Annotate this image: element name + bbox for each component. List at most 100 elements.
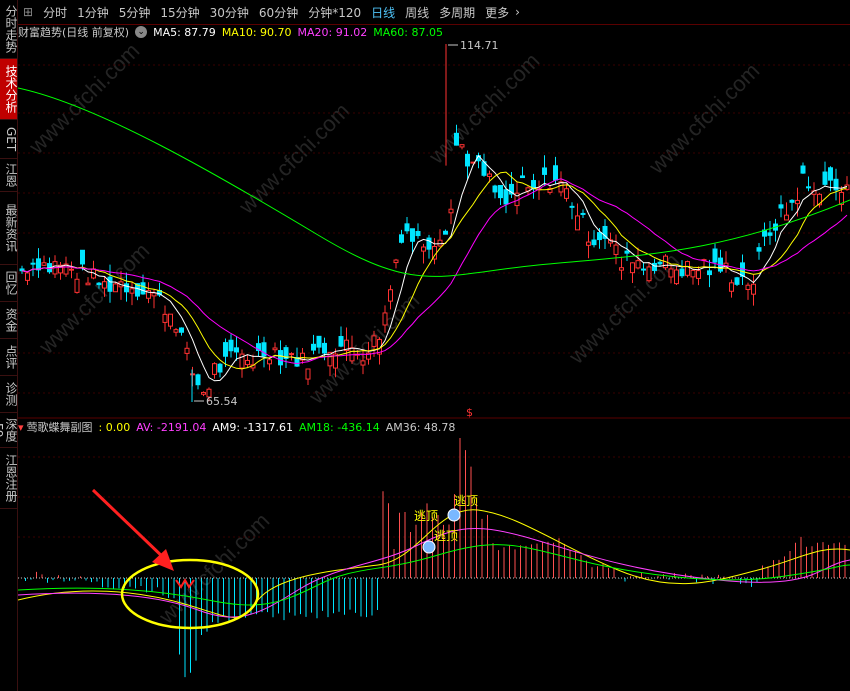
period-tab-4[interactable]: 30分钟 (205, 4, 254, 21)
candle-body (685, 261, 690, 276)
candle-body (19, 268, 25, 272)
sidebar-item-0[interactable]: 分时走势 (0, 0, 18, 59)
watermark-text: www.cfchi.com (23, 38, 144, 159)
candle-body (228, 339, 234, 352)
candle-body (162, 313, 168, 323)
candle-body (96, 282, 102, 286)
sidebar-item-3[interactable]: 江恩 (0, 159, 18, 192)
candle-body (305, 368, 311, 380)
red-arrow-shaft (91, 488, 168, 562)
candle-body (597, 232, 602, 241)
candle-body (399, 234, 404, 243)
candle-body (107, 276, 113, 292)
candle-body (635, 260, 641, 269)
period-tab-8[interactable]: 周线 (400, 4, 434, 21)
candle-body (459, 144, 465, 148)
candle-body (580, 212, 586, 215)
candle-body (212, 363, 217, 375)
candle-body (448, 208, 454, 214)
layout-icon[interactable]: ⊞ (18, 5, 38, 19)
candle-body (140, 282, 146, 295)
candle-body (646, 266, 652, 282)
period-tab-5[interactable]: 60分钟 (254, 4, 303, 21)
candle-body (41, 262, 47, 266)
candle-body (696, 270, 701, 279)
candle-body (712, 248, 718, 263)
candle-body (575, 215, 580, 231)
candle-body (410, 228, 415, 242)
period-tab-1[interactable]: 1分钟 (72, 4, 114, 21)
candle-body (393, 259, 399, 264)
candle-body (421, 246, 426, 252)
candle-body (338, 336, 344, 347)
sidebar-item-1[interactable]: 技术分析 (0, 59, 18, 120)
sidebar-item-8[interactable]: 诊测 (0, 376, 18, 413)
candle-body (151, 292, 157, 297)
candle-body (415, 230, 421, 237)
candle-body (569, 205, 575, 208)
candle-body (184, 347, 190, 354)
candle-body (124, 283, 129, 293)
period-tab-0[interactable]: 分时 (38, 4, 72, 21)
candle-body (74, 278, 80, 293)
candle-body (245, 359, 250, 366)
chevron-right-icon[interactable]: › (510, 5, 525, 19)
watermark-text: www.cfchi.com (643, 58, 764, 179)
low-price-label: 65.54 (206, 395, 238, 408)
signal-dot-icon (422, 540, 436, 554)
candle-body (404, 223, 410, 232)
chart-canvas[interactable]: www.cfchi.com www.cfchi.com www.cfchi.com w… (18, 25, 850, 691)
period-tab-10[interactable]: 更多 (480, 4, 514, 21)
candle-body (542, 167, 547, 175)
period-tab-9[interactable]: 多周期 (434, 4, 480, 21)
sub-line-yellow (18, 509, 850, 618)
sidebar-item-2[interactable]: GET (0, 120, 18, 159)
candle-body (360, 360, 366, 366)
candle-body (641, 268, 646, 271)
watermark-text: www.cfchi.com (33, 238, 154, 359)
ma20-line (21, 178, 848, 365)
candle-body (657, 261, 663, 265)
sidebar-item-4[interactable]: 最新资讯 (0, 192, 18, 265)
high-price-label: 114.71 (460, 39, 499, 52)
period-tab-3[interactable]: 15分钟 (155, 4, 204, 21)
candle-body (316, 335, 322, 348)
period-toolbar: ⊞ 分时 1分钟 5分钟 15分钟 30分钟 60分钟 分钟*120 日线 周线 多周期 更多 › (18, 0, 850, 25)
candle-body (652, 262, 657, 271)
sidebar-item-7[interactable]: 点评 (0, 339, 18, 376)
candle-body (102, 281, 107, 289)
candle-body (487, 173, 492, 177)
dollar-marker: $ (466, 406, 473, 419)
sidebar-item-5[interactable]: 回忆 (0, 265, 18, 302)
escape-top-label: 逃顶 (434, 529, 458, 543)
candle-body (707, 270, 712, 276)
candle-body (179, 327, 184, 333)
period-tab-7[interactable]: 日线 (366, 4, 400, 21)
watermark-text: www.cfchi.com (303, 288, 424, 409)
candle-body (503, 189, 509, 205)
candle-body (113, 283, 118, 293)
red-arrow-head-icon (152, 549, 174, 571)
candle-body (234, 347, 239, 353)
ma10-line (21, 171, 848, 370)
candle-body (30, 262, 36, 265)
sidebar-item-6[interactable]: 资金 (0, 302, 18, 339)
candle-body (371, 335, 377, 347)
sidebar-item-9[interactable]: 深度F9 (0, 413, 18, 448)
candle-body (822, 171, 828, 185)
candle-body (201, 391, 206, 395)
candle-body (168, 313, 173, 327)
candle-body (278, 350, 283, 366)
sidebar-item-10[interactable]: 江恩注册 (0, 448, 18, 509)
candle-body (217, 363, 223, 373)
period-tab-2[interactable]: 5分钟 (114, 4, 156, 21)
escape-top-label: 逃顶 (454, 494, 478, 508)
candle-body (751, 283, 756, 295)
candle-body (498, 185, 503, 199)
candle-body (223, 342, 228, 357)
period-tab-6[interactable]: 分钟*120 (303, 4, 366, 21)
escape-top-label: 逃顶 (414, 509, 438, 523)
candle-body (129, 288, 135, 294)
candle-body (173, 329, 179, 333)
candle-body (85, 282, 91, 286)
